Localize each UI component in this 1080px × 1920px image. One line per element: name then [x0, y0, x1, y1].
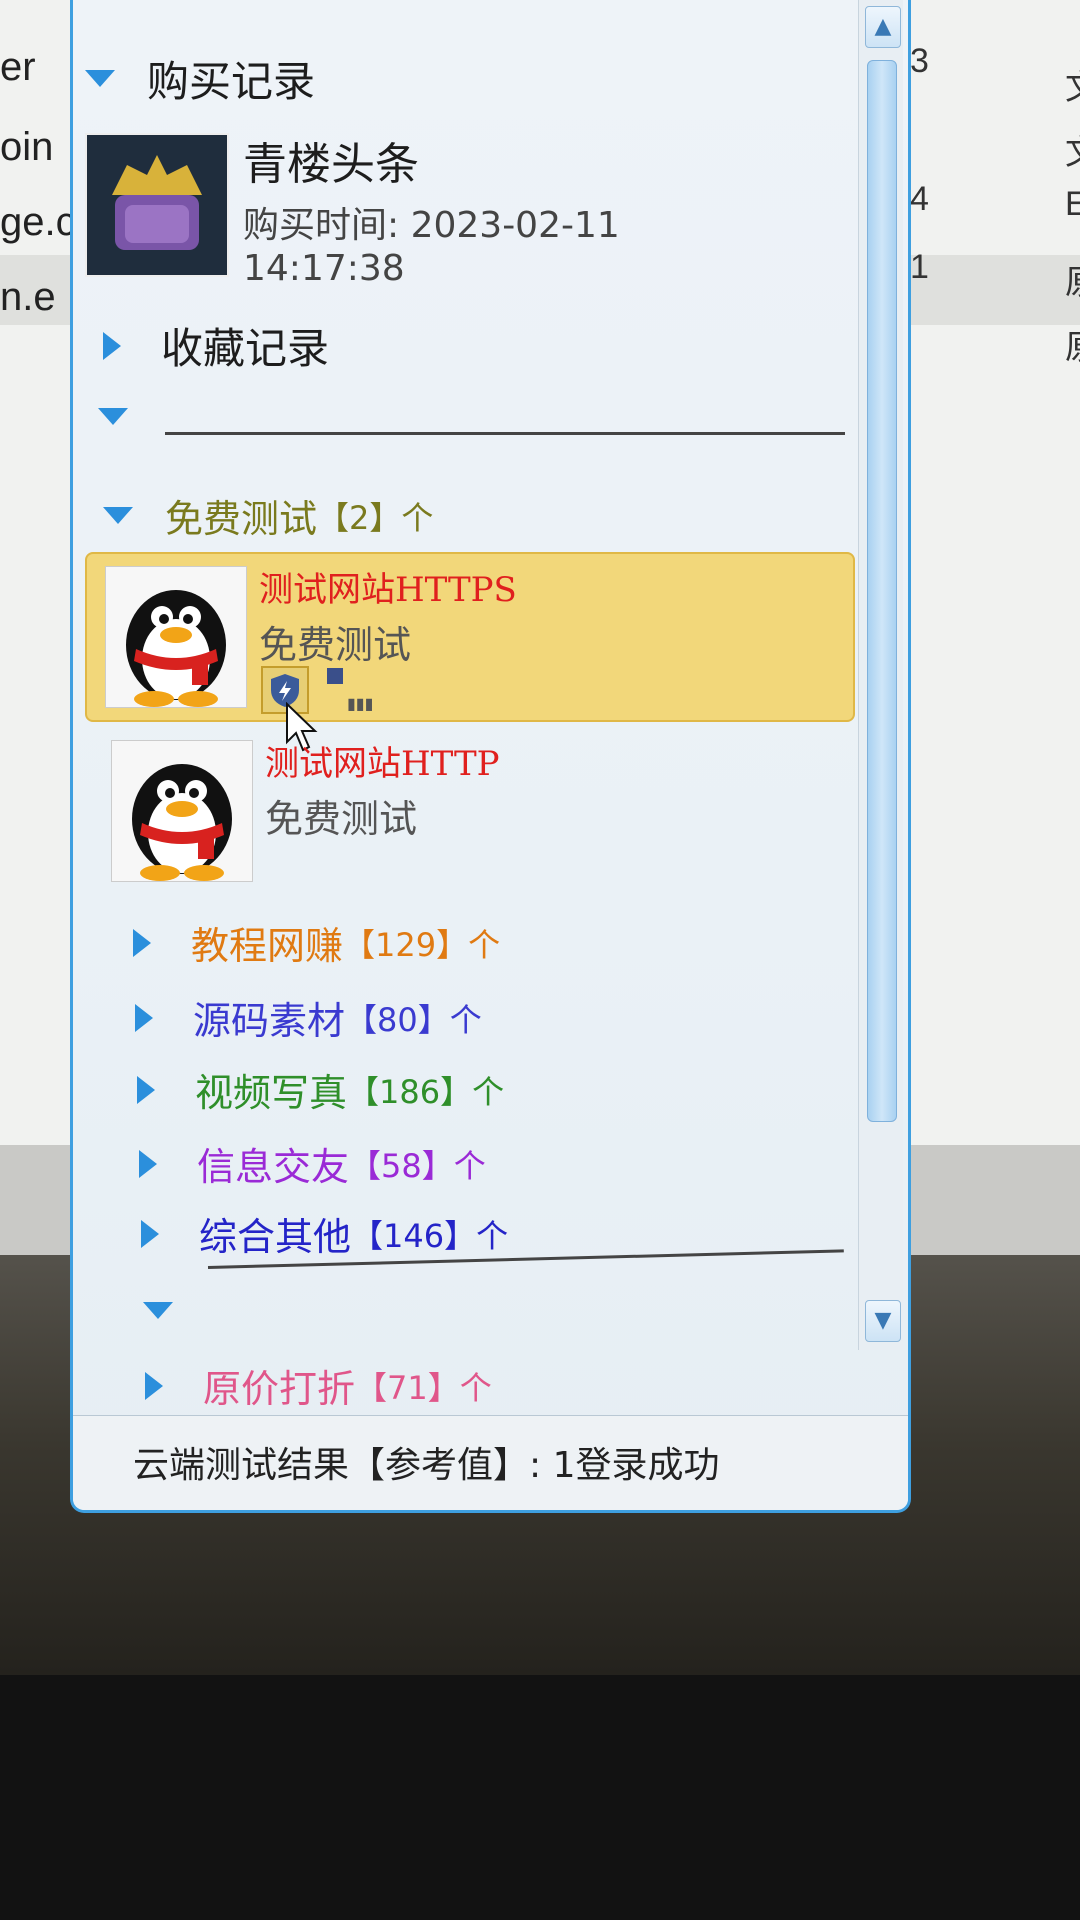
status-text: 云端测试结果【参考值】: 1登录成功 — [133, 1445, 720, 1486]
group-count: 【80】个 — [345, 1000, 482, 1039]
contact-description: 免费测试 — [265, 797, 418, 841]
contact-description: 免费测试 — [259, 623, 412, 667]
separator-line — [165, 432, 845, 435]
status-square-icon — [327, 668, 343, 684]
background-number: 1 — [910, 248, 929, 286]
background-text: ge.c — [0, 200, 76, 244]
purchase-item[interactable]: 青楼头条 购买时间: 2023-02-11 14:17:38 — [85, 128, 765, 289]
group-source-code[interactable]: 源码素材 【80】个 — [135, 990, 482, 1045]
group-count: 【186】个 — [347, 1072, 505, 1111]
group-tutorials[interactable]: 教程网赚 【129】个 — [133, 915, 500, 970]
group-count: 【146】个 — [351, 1216, 509, 1255]
scroll-up-arrow-icon[interactable]: ▲ — [865, 6, 901, 48]
contact-list-panel: 购买记录 青楼头条 购买时间: 2023-02-11 14:17:38 收藏记录… — [70, 0, 911, 1513]
background-text: oin — [0, 125, 54, 169]
group-label: 综合其他 — [199, 1215, 352, 1259]
collapsed-arrow-icon — [137, 1075, 155, 1104]
collapsed-arrow-icon — [135, 1003, 153, 1032]
expanded-arrow-icon — [143, 1302, 173, 1319]
group-label: 视频写真 — [195, 1071, 348, 1115]
group-social[interactable]: 信息交友 【58】个 — [139, 1136, 486, 1191]
scroll-down-arrow-icon[interactable]: ▼ — [865, 1300, 901, 1342]
purchase-time: 购买时间: 2023-02-11 14:17:38 — [243, 205, 620, 289]
collapsed-arrow-icon — [133, 928, 151, 957]
group-free-test[interactable]: 免费测试 【2】个 — [103, 488, 433, 543]
collapsed-arrow-icon — [141, 1219, 159, 1248]
group-count: 【71】个 — [355, 1368, 492, 1407]
group-purchase-records[interactable]: 购买记录 — [85, 48, 315, 109]
group-label: 教程网赚 — [191, 924, 344, 968]
group-label: 信息交友 — [197, 1145, 350, 1189]
expanded-arrow-icon — [103, 507, 133, 524]
background-number: 4 — [910, 180, 929, 218]
group-label: 免费测试 — [165, 497, 318, 541]
penguin-avatar — [105, 566, 247, 708]
background-bottom — [0, 1675, 1080, 1920]
background-text: 文 — [1065, 60, 1080, 109]
group-separator[interactable] — [143, 1302, 205, 1319]
vertical-scrollbar[interactable]: ▲ ▼ — [858, 0, 903, 1350]
background-number: 3 — [910, 42, 929, 80]
penguin-avatar — [111, 740, 253, 882]
expanded-arrow-icon — [85, 70, 115, 87]
group-count: 【58】个 — [349, 1146, 486, 1185]
signal-bars-icon: ▮▮▮ — [347, 694, 374, 713]
group-header-label: 收藏记录 — [161, 324, 330, 373]
collapsed-arrow-icon — [145, 1371, 163, 1400]
background-text: 原 — [1065, 320, 1080, 369]
collapsed-arrow-icon — [139, 1149, 157, 1178]
item-title: 青楼头条 — [243, 139, 419, 190]
scrollbar-thumb[interactable] — [867, 60, 897, 1122]
group-label: 原价打折 — [203, 1367, 356, 1411]
background-text: 文 — [1065, 125, 1080, 174]
group-discount[interactable]: 原价打折 【71】个 — [145, 1358, 492, 1413]
collapsed-arrow-icon — [103, 331, 121, 360]
group-label: 源码素材 — [193, 999, 346, 1043]
background-text: 原 — [1065, 255, 1080, 304]
group-favorites[interactable]: 收藏记录 — [103, 315, 329, 376]
group-count: 【129】个 — [343, 925, 501, 964]
background-text: er — [0, 45, 36, 89]
group-header-label: 购买记录 — [147, 57, 316, 106]
group-count: 【2】个 — [317, 498, 434, 537]
item-thumbnail — [85, 133, 229, 277]
contact-item-selected[interactable]: 测试网站HTTPS 免费测试 ▮▮▮ — [85, 552, 855, 722]
status-bar: 云端测试结果【参考值】: 1登录成功 — [73, 1415, 908, 1510]
contact-item[interactable]: 测试网站HTTP 免费测试 — [85, 728, 851, 894]
group-header-partial — [143, 0, 156, 21]
group-separator[interactable] — [98, 408, 160, 425]
group-videos[interactable]: 视频写真 【186】个 — [137, 1062, 504, 1117]
background-text: E — [1065, 185, 1080, 223]
group-others[interactable]: 综合其他 【146】个 — [141, 1206, 508, 1261]
contact-name: 测试网站HTTP — [265, 744, 500, 784]
expanded-arrow-icon — [98, 408, 128, 425]
background-text: n.e — [0, 275, 56, 319]
contact-name: 测试网站HTTPS — [259, 570, 517, 610]
